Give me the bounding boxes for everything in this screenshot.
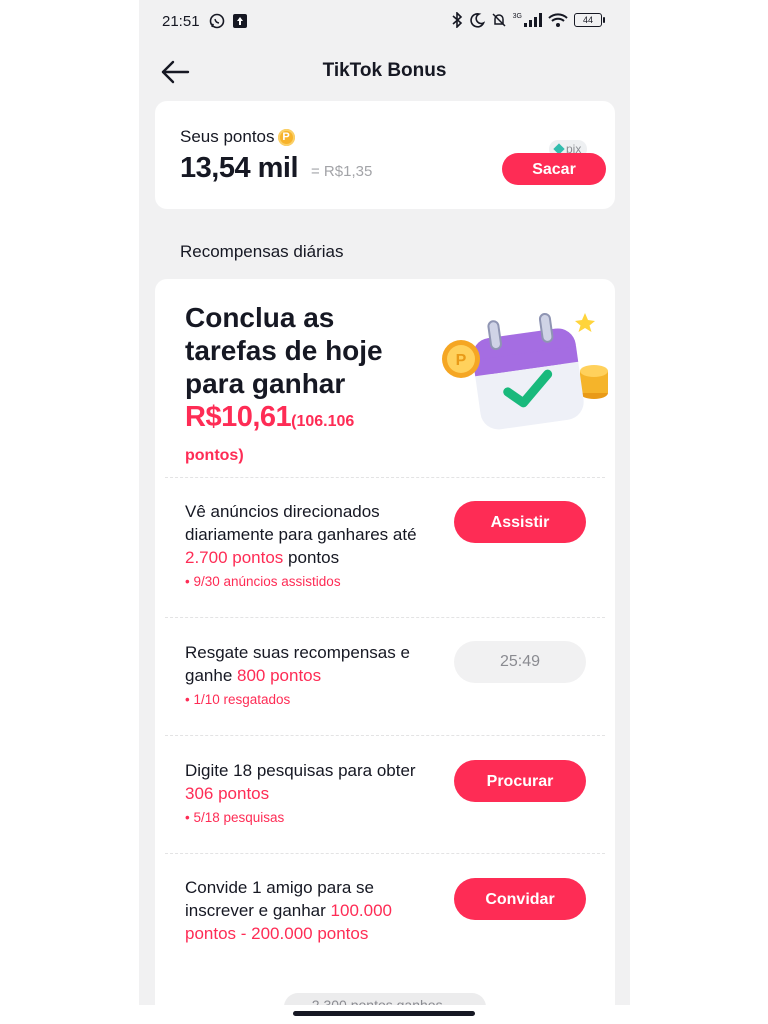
upload-icon	[233, 14, 247, 28]
countdown-timer: 25:49	[454, 641, 586, 683]
points-card: Seus pontos P 13,54 mil = R$1,35 pix Sac…	[155, 101, 615, 209]
search-button[interactable]: Procurar	[454, 760, 586, 802]
points-value: 13,54 mil	[180, 152, 299, 184]
calendar-coins-illustration: P	[442, 312, 608, 430]
points-label: Seus pontos	[180, 127, 275, 146]
status-bar: 21:51 3G 44	[139, 0, 630, 44]
invite-button[interactable]: Convidar	[454, 878, 586, 920]
section-title: Recompensas diárias	[180, 242, 344, 261]
task-points-highlight: 306 pontos	[185, 784, 270, 803]
task-text-part: Vê anúncios direcionados diariamente par…	[185, 502, 417, 544]
task-invite-text: Convide 1 amigo para se inscrever e ganh…	[185, 876, 435, 945]
network-type: 3G	[512, 12, 522, 20]
points-conversion: = R$1,35	[311, 163, 373, 180]
task-points-highlight: 800 pontos	[237, 666, 322, 685]
signal-icon	[524, 13, 542, 27]
hero-title: Conclua as tarefas de hoje para ganhar	[185, 302, 383, 399]
divider	[165, 735, 605, 736]
withdraw-button[interactable]: Sacar	[502, 153, 606, 185]
page-title: TikTok Bonus	[322, 60, 447, 81]
task-watch-ads-progress: • 9/30 anúncios assistidos	[185, 574, 341, 589]
divider	[165, 617, 605, 618]
home-indicator[interactable]	[293, 1011, 475, 1016]
divider	[165, 477, 605, 478]
hero-amount-value: R$10,61	[185, 401, 292, 433]
coin-icon: P	[277, 128, 295, 146]
battery-icon: 44	[574, 13, 605, 27]
hero-points-suffix: pontos)	[185, 447, 244, 464]
daily-rewards-card: Conclua as tarefas de hoje para ganhar R…	[155, 279, 615, 1005]
watch-button[interactable]: Assistir	[454, 501, 586, 543]
app-header: TikTok Bonus	[139, 44, 630, 100]
task-search-progress: • 5/18 pesquisas	[185, 810, 285, 825]
points-earned-pill[interactable]: 2.300 pontos ganhos ⌄	[284, 993, 486, 1005]
mute-bell-icon	[492, 13, 506, 27]
hero-points: (106.106	[291, 413, 355, 430]
task-text-part: pontos	[283, 548, 340, 567]
bluetooth-icon	[452, 12, 462, 28]
phone-screen: 21:51 3G 44 TikTok Bonus Seus pontos P 1…	[139, 0, 630, 1005]
status-time: 21:51	[162, 13, 200, 30]
whatsapp-icon	[209, 13, 225, 29]
task-search-text: Digite 18 pesquisas para obter 306 ponto…	[185, 759, 447, 805]
hero-amount: R$10,61(106.106 pontos)	[185, 401, 425, 472]
svg-text:P: P	[456, 352, 467, 369]
wifi-icon	[548, 13, 568, 27]
task-points-highlight: 2.700 pontos	[185, 548, 284, 567]
points-label-row: Seus pontos P	[180, 127, 295, 147]
divider	[165, 853, 605, 854]
task-watch-ads-text: Vê anúncios direcionados diariamente par…	[185, 500, 447, 569]
moon-icon	[469, 13, 485, 28]
task-redeem-text: Resgate suas recompensas e ganhe 800 pon…	[185, 641, 455, 687]
task-text-part: Digite 18 pesquisas para obter	[185, 761, 416, 780]
task-redeem-progress: • 1/10 resgatados	[185, 692, 291, 707]
